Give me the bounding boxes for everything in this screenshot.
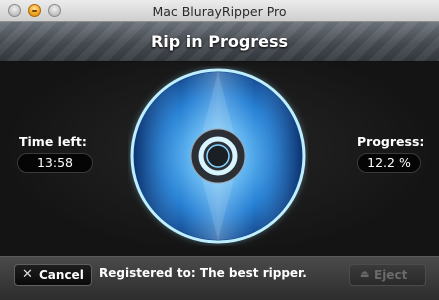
main-panel: Time left: 13:58 Progress: 12.2 % — [0, 62, 439, 256]
page-title: Rip in Progress — [150, 32, 289, 51]
registration-text: Registered to: The best ripper. — [99, 266, 307, 280]
eject-button[interactable]: ⏏ Eject — [349, 264, 426, 286]
cancel-button[interactable]: ✕ Cancel — [14, 264, 92, 286]
footer-bar: ✕ Cancel Registered to: The best ripper.… — [0, 256, 439, 300]
window-title: Mac BlurayRipper Pro — [152, 4, 287, 19]
eject-icon: ⏏ — [360, 269, 370, 280]
x-icon: ✕ — [22, 267, 33, 282]
header-bar: Rip in Progress — [0, 22, 439, 62]
disc-icon — [130, 68, 306, 244]
title-bar[interactable]: Mac BlurayRipper Pro — [0, 0, 439, 22]
time-left-label: Time left: — [19, 134, 87, 149]
progress-value: 12.2 % — [357, 153, 421, 173]
app-window: Mac BlurayRipper Pro Rip in Progress Tim… — [0, 0, 439, 300]
progress-label: Progress: — [357, 134, 425, 149]
eject-button-label: Eject — [374, 268, 408, 282]
cancel-button-label: Cancel — [39, 268, 84, 282]
time-left-value: 13:58 — [17, 153, 93, 173]
